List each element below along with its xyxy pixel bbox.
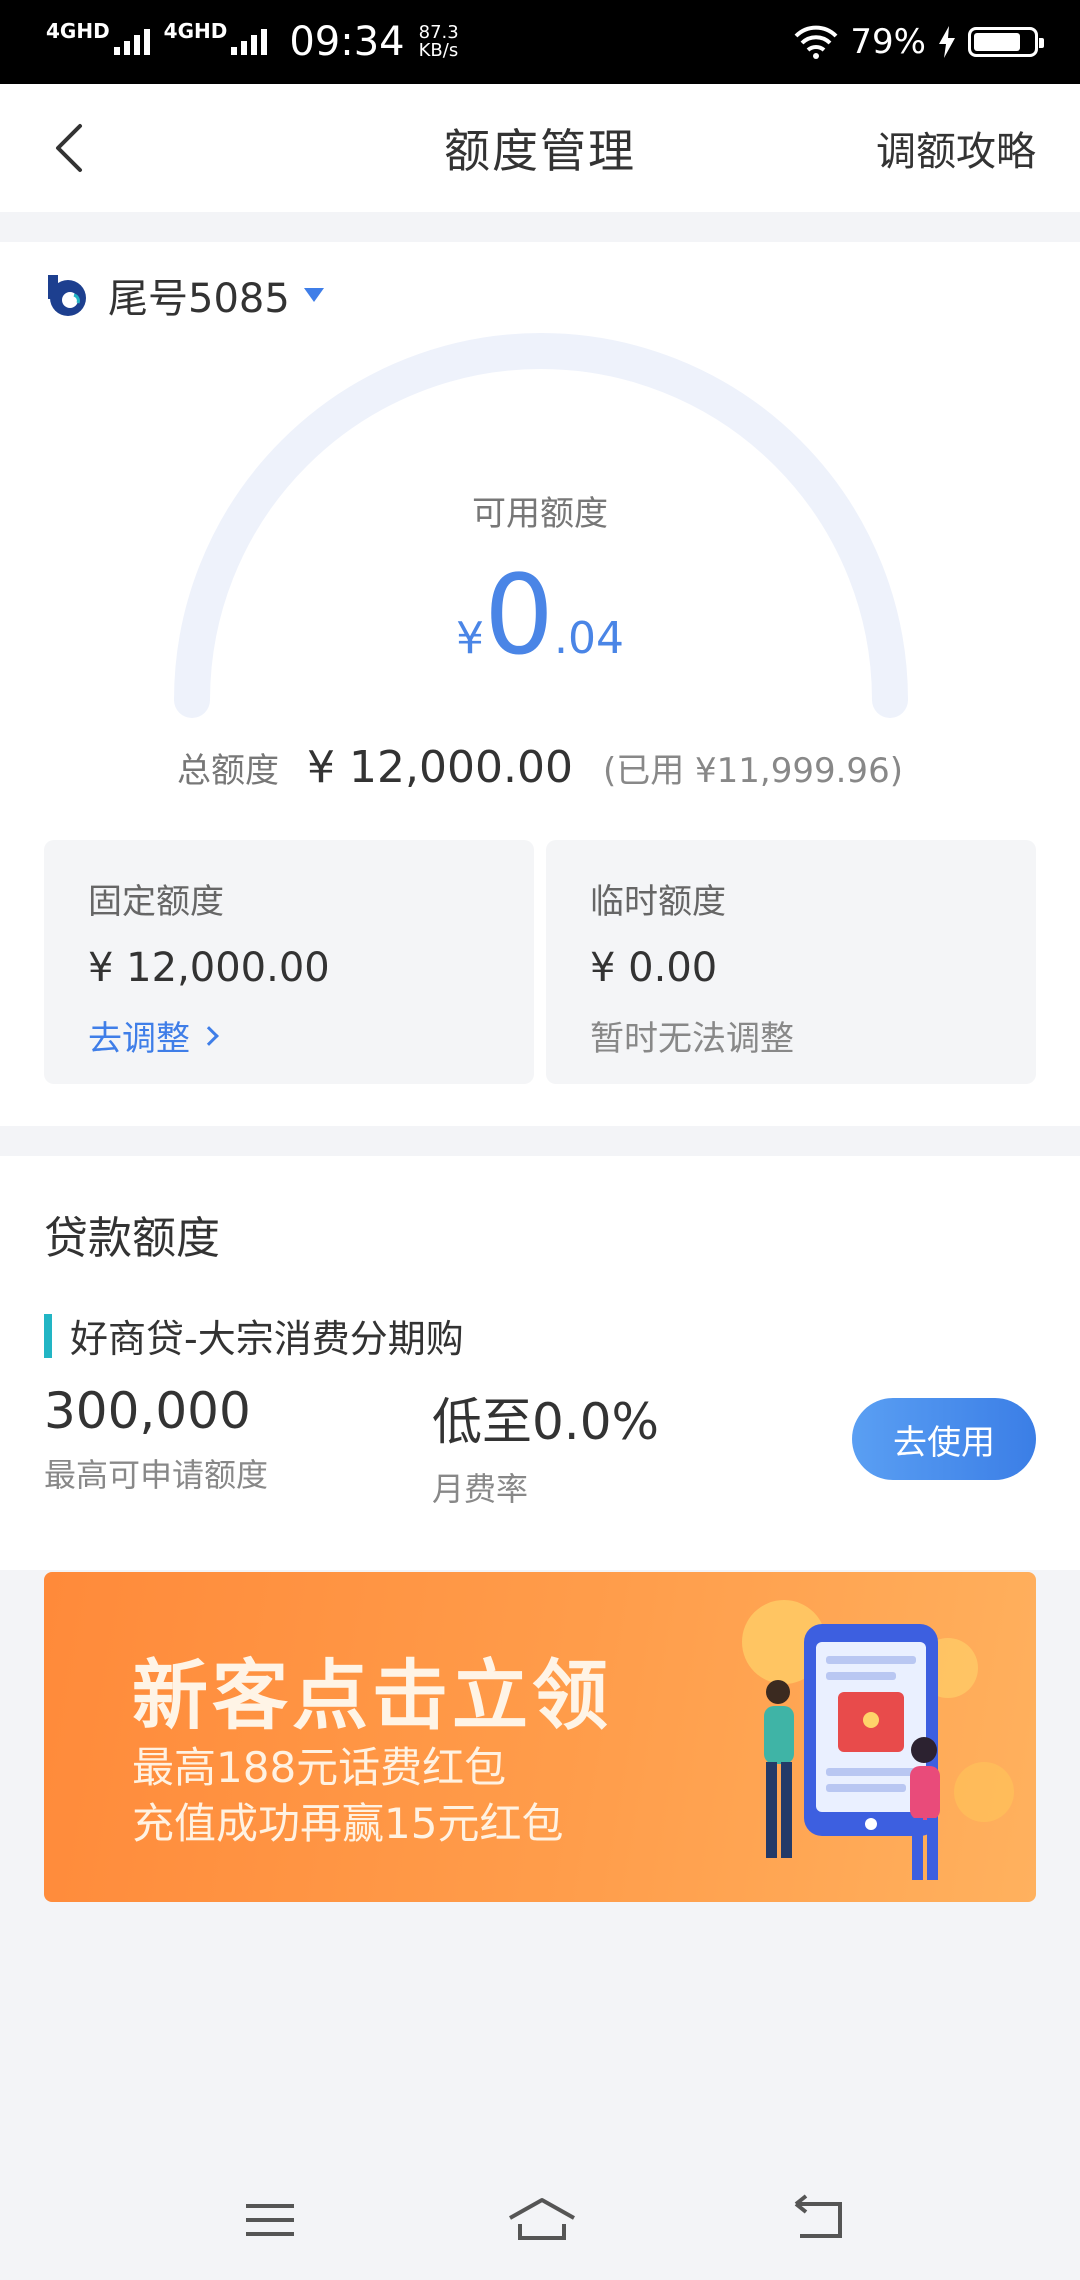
total-credit-label: 总额度	[177, 751, 280, 791]
clock: 09:34	[289, 19, 405, 65]
total-credit-line: 总额度 ¥ 12,000.00 (已用 ¥11,999.96)	[0, 742, 1080, 793]
menu-icon[interactable]	[240, 2190, 300, 2250]
adjust-fixed-credit-link[interactable]: 去调整	[88, 1011, 490, 1060]
battery-fill	[974, 33, 1020, 51]
loan-credit-section: 贷款额度 好商贷-大宗消费分期购 300,000 最高可申请额度 低至0.0% …	[0, 1156, 1080, 1570]
available-credit-value: ¥0.04	[0, 560, 1080, 670]
charging-icon	[939, 26, 955, 58]
available-credit-decimal: .04	[554, 613, 624, 664]
signal-label: 4GHD	[46, 19, 110, 43]
battery-icon	[968, 27, 1044, 57]
signal-indicator-2: 4GHD	[164, 21, 268, 55]
signal-label: 4GHD	[163, 19, 228, 43]
available-credit-label: 可用额度	[472, 494, 608, 534]
use-loan-button[interactable]: 去使用	[852, 1398, 1036, 1480]
loan-product-name: 好商贷-大宗消费分期购	[70, 1317, 464, 1361]
back-icon[interactable]	[790, 2190, 850, 2250]
monthly-rate-value: 低至0.0%	[432, 1393, 660, 1451]
adjust-guide-link[interactable]: 调额攻略	[876, 119, 1036, 177]
accent-bar	[44, 1313, 52, 1358]
account-selector[interactable]: 尾号5085	[44, 266, 324, 324]
signal-bars-icon	[231, 29, 268, 55]
currency-symbol: ¥	[456, 613, 484, 664]
banner-illustration	[742, 1600, 1014, 1880]
temporary-credit-box: 临时额度 ¥ 0.00 暂时无法调整	[546, 840, 1036, 1084]
signal-indicator-1: 4GHD	[46, 21, 150, 55]
temporary-credit-title: 临时额度	[590, 882, 726, 922]
banner-headline: 新客点击立领	[132, 1651, 612, 1740]
dropdown-caret-icon	[303, 288, 324, 302]
bank-logo-icon	[48, 275, 86, 316]
page-title: 额度管理	[444, 124, 636, 178]
system-nav-bar	[0, 2160, 1080, 2280]
monthly-rate-label: 月费率	[432, 1470, 529, 1508]
network-speed: 87.3 KB/s	[419, 24, 459, 60]
account-tail-number: 尾号5085	[108, 276, 290, 322]
home-icon[interactable]	[506, 2190, 578, 2250]
fixed-credit-amount: ¥ 12,000.00	[88, 945, 330, 991]
total-credit-amount: ¥ 12,000.00	[307, 742, 573, 793]
used-credit-amount: (已用 ¥11,999.96)	[602, 751, 903, 791]
credit-limit-card: 尾号5085 可用额度 ¥0.04 总额度 ¥ 12,000.00 (已用 ¥1…	[0, 242, 1080, 1126]
adjust-label: 去调整	[88, 1019, 190, 1059]
back-arrow-icon[interactable]	[44, 120, 100, 176]
nav-bar: 额度管理 调额攻略	[0, 84, 1080, 212]
loan-product-title: 好商贷-大宗消费分期购	[44, 1308, 464, 1363]
status-bar: 4GHD 4GHD 09:34 87.3 KB/s 79%	[0, 0, 1080, 84]
promo-banner[interactable]: 新客点击立领 最高188元话费红包 充值成功再赢15元红包	[44, 1572, 1036, 1902]
banner-line-2: 充值成功再赢15元红包	[132, 1799, 564, 1848]
temporary-credit-amount: ¥ 0.00	[590, 945, 718, 991]
max-amount-column: 300,000 最高可申请额度	[44, 1382, 268, 1496]
loan-section-title: 贷款额度	[44, 1213, 220, 1264]
max-amount-value: 300,000	[44, 1382, 251, 1440]
rate-column: 低至0.0% 月费率	[432, 1382, 659, 1510]
wifi-icon	[794, 25, 838, 59]
max-amount-label: 最高可申请额度	[44, 1456, 269, 1494]
fixed-credit-box: 固定额度 ¥ 12,000.00 去调整	[44, 840, 534, 1084]
battery-percent: 79%	[850, 22, 926, 62]
chevron-right-icon	[199, 1025, 219, 1046]
speed-unit: KB/s	[418, 40, 459, 61]
fixed-credit-title: 固定额度	[88, 882, 224, 922]
available-credit-integer: 0	[484, 551, 554, 679]
temporary-credit-note: 暂时无法调整	[590, 1019, 794, 1059]
signal-bars-icon	[113, 29, 150, 55]
banner-line-1: 最高188元话费红包	[132, 1743, 507, 1792]
